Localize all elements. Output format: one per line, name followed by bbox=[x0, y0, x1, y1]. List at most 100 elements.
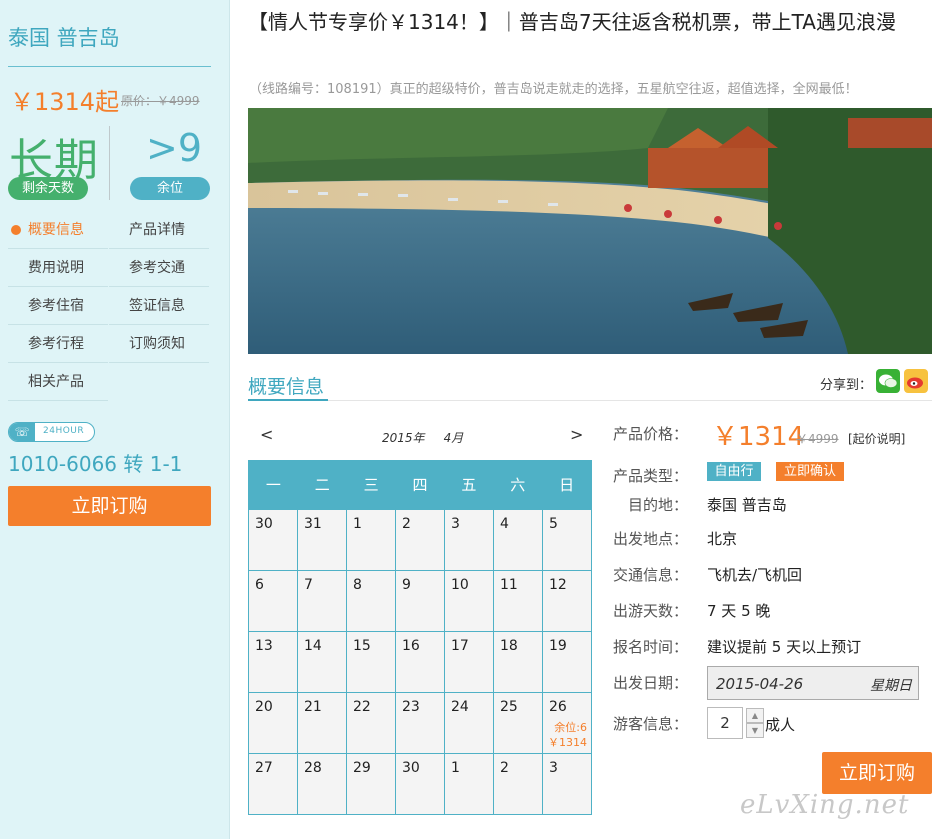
calendar-day-cell[interactable]: 22 bbox=[347, 692, 396, 753]
traffic-value: 飞机去/飞机回 bbox=[707, 566, 803, 584]
calendar-day-cell[interactable]: 13 bbox=[249, 631, 298, 692]
calendar-day-number: 31 bbox=[304, 516, 322, 532]
calendar-day-cell[interactable]: 17 bbox=[445, 631, 494, 692]
nav-item-fees[interactable]: 费用说明 bbox=[8, 249, 108, 287]
calendar-day-cell[interactable]: 3 bbox=[445, 509, 494, 570]
calendar-day-number: 7 bbox=[304, 577, 313, 593]
calendar-day-number: 28 bbox=[304, 760, 322, 776]
nav-item-notice[interactable]: 订购须知 bbox=[109, 325, 209, 363]
calendar-day-cell[interactable]: 29 bbox=[347, 753, 396, 814]
nav-item-visa[interactable]: 签证信息 bbox=[109, 287, 209, 325]
weibo-share-icon[interactable] bbox=[904, 369, 928, 393]
stepper-down-icon[interactable]: ▼ bbox=[746, 723, 764, 738]
departure-date-field[interactable]: 2015-04-26 星期日 bbox=[707, 666, 919, 700]
calendar-day-number: 6 bbox=[255, 577, 264, 593]
calendar-day-number: 5 bbox=[549, 516, 558, 532]
calendar-day-cell[interactable]: 8 bbox=[347, 570, 396, 631]
signup-value: 建议提前 5 天以上预订 bbox=[707, 638, 862, 656]
guest-quantity-input[interactable]: 2 bbox=[707, 707, 743, 739]
calendar-day-number: 25 bbox=[500, 699, 518, 715]
hotline-badge-label: 24HOUR bbox=[43, 426, 85, 436]
wechat-share-icon[interactable] bbox=[876, 369, 900, 393]
calendar-day-number: 26 bbox=[549, 699, 567, 715]
calendar-year: 2015年 bbox=[382, 431, 425, 445]
nav-item-label: 参考交通 bbox=[129, 260, 185, 276]
calendar-day-cell[interactable]: 10 bbox=[445, 570, 494, 631]
book-now-button[interactable]: 立即订购 bbox=[822, 752, 932, 794]
calendar-day-cell[interactable]: 2 bbox=[494, 753, 543, 814]
calendar-day-cell[interactable]: 3 bbox=[543, 753, 591, 814]
nav-item-label: 相关产品 bbox=[28, 374, 84, 390]
calendar-day-cell[interactable]: 2 bbox=[396, 509, 445, 570]
calendar-day-cell[interactable]: 4 bbox=[494, 509, 543, 570]
guest-label: 游客信息： bbox=[613, 715, 689, 733]
calendar-day-number: 20 bbox=[255, 699, 273, 715]
calendar-week-row: 20 21 22 23 24 25 26 余位:6 ￥1314 bbox=[249, 692, 591, 753]
calendar-day-cell[interactable]: 26 余位:6 ￥1314 bbox=[543, 692, 591, 753]
weekday-label: 日 bbox=[559, 476, 575, 494]
hotline-number: 1010-6066 转 1-1 bbox=[8, 452, 183, 476]
nav-item-related[interactable]: 相关产品 bbox=[8, 363, 108, 401]
dest-value: 泰国 普吉岛 bbox=[707, 496, 787, 514]
weekday-label: 四 bbox=[412, 476, 428, 494]
calendar-day-cell[interactable]: 12 bbox=[543, 570, 591, 631]
days-label: 出游天数： bbox=[613, 602, 689, 620]
calendar-day-cell[interactable]: 11 bbox=[494, 570, 543, 631]
calendar-prev-button[interactable]: < bbox=[260, 425, 273, 444]
traffic-label: 交通信息： bbox=[613, 566, 689, 584]
calendar-day-cell[interactable]: 31 bbox=[298, 509, 347, 570]
hotline-badge: ☏ 24HOUR bbox=[8, 422, 95, 442]
calendar-day-cell[interactable]: 30 bbox=[249, 509, 298, 570]
stepper-up-icon[interactable]: ▲ bbox=[746, 708, 764, 723]
calendar-day-number: 2 bbox=[500, 760, 509, 776]
nav-item-itinerary[interactable]: 参考行程 bbox=[8, 325, 108, 363]
calendar-day-cell[interactable]: 15 bbox=[347, 631, 396, 692]
calendar-day-cell[interactable]: 23 bbox=[396, 692, 445, 753]
nav-item-overview[interactable]: 概要信息 bbox=[8, 211, 108, 249]
nav-item-details[interactable]: 产品详情 bbox=[109, 211, 209, 249]
calendar-day-number: 1 bbox=[451, 760, 460, 776]
calendar-day-number: 24 bbox=[451, 699, 469, 715]
calendar-next-button[interactable]: > bbox=[570, 425, 583, 444]
calendar-day-cell[interactable]: 9 bbox=[396, 570, 445, 631]
calendar-header: < 2015年 4月 > bbox=[248, 425, 592, 449]
page-title: 【情人节专享价￥1314！】｜普吉岛7天往返含税机票，带上TA遇见浪漫 bbox=[248, 10, 896, 34]
price-note-link[interactable]: [起价说明] bbox=[848, 430, 905, 447]
calendar-day-availability: 余位:6 ￥1314 bbox=[548, 720, 587, 750]
section-underline bbox=[248, 399, 328, 401]
guest-quantity-stepper[interactable]: ▲ ▼ bbox=[746, 708, 764, 738]
from-value: 北京 bbox=[707, 530, 738, 548]
nav-item-label: 费用说明 bbox=[28, 260, 84, 276]
calendar-day-cell[interactable]: 5 bbox=[543, 509, 591, 570]
calendar-day-cell[interactable]: 14 bbox=[298, 631, 347, 692]
tag-instant-confirm: 立即确认 bbox=[776, 462, 844, 481]
phone-icon: ☏ bbox=[9, 423, 35, 441]
calendar-day-cell[interactable]: 1 bbox=[445, 753, 494, 814]
sidebar-book-button[interactable]: 立即订购 bbox=[8, 486, 211, 526]
calendar-day-cell[interactable]: 20 bbox=[249, 692, 298, 753]
calendar-day-cell[interactable]: 19 bbox=[543, 631, 591, 692]
calendar-day-number: 16 bbox=[402, 638, 420, 654]
calendar-day-number: 2 bbox=[402, 516, 411, 532]
calendar-day-cell[interactable]: 21 bbox=[298, 692, 347, 753]
calendar-day-cell[interactable]: 7 bbox=[298, 570, 347, 631]
sidebar: 泰国 普吉岛 ￥1314起 原价：￥4999 长期 >9 剩余天数 余位 概要信… bbox=[0, 0, 230, 839]
calendar-day-cell[interactable]: 27 bbox=[249, 753, 298, 814]
departure-date-value: 2015-04-26 bbox=[716, 675, 804, 693]
calendar-day-cell[interactable]: 1 bbox=[347, 509, 396, 570]
nav-item-label: 签证信息 bbox=[129, 298, 185, 314]
calendar-day-cell[interactable]: 16 bbox=[396, 631, 445, 692]
product-original-price: ￥4999 bbox=[796, 432, 839, 446]
calendar-day-cell[interactable]: 18 bbox=[494, 631, 543, 692]
calendar-day-cell[interactable]: 30 bbox=[396, 753, 445, 814]
calendar-day-cell[interactable]: 28 bbox=[298, 753, 347, 814]
nav-item-label: 参考住宿 bbox=[28, 298, 84, 314]
calendar-day-number: 8 bbox=[353, 577, 362, 593]
calendar-day-cell[interactable]: 24 bbox=[445, 692, 494, 753]
calendar-week-row: 13 14 15 16 17 18 19 bbox=[249, 631, 591, 692]
nav-item-traffic[interactable]: 参考交通 bbox=[109, 249, 209, 287]
calendar-day-cell[interactable]: 6 bbox=[249, 570, 298, 631]
nav-item-hotel[interactable]: 参考住宿 bbox=[8, 287, 108, 325]
calendar-day-price: ￥1314 bbox=[548, 736, 587, 749]
calendar-day-cell[interactable]: 25 bbox=[494, 692, 543, 753]
